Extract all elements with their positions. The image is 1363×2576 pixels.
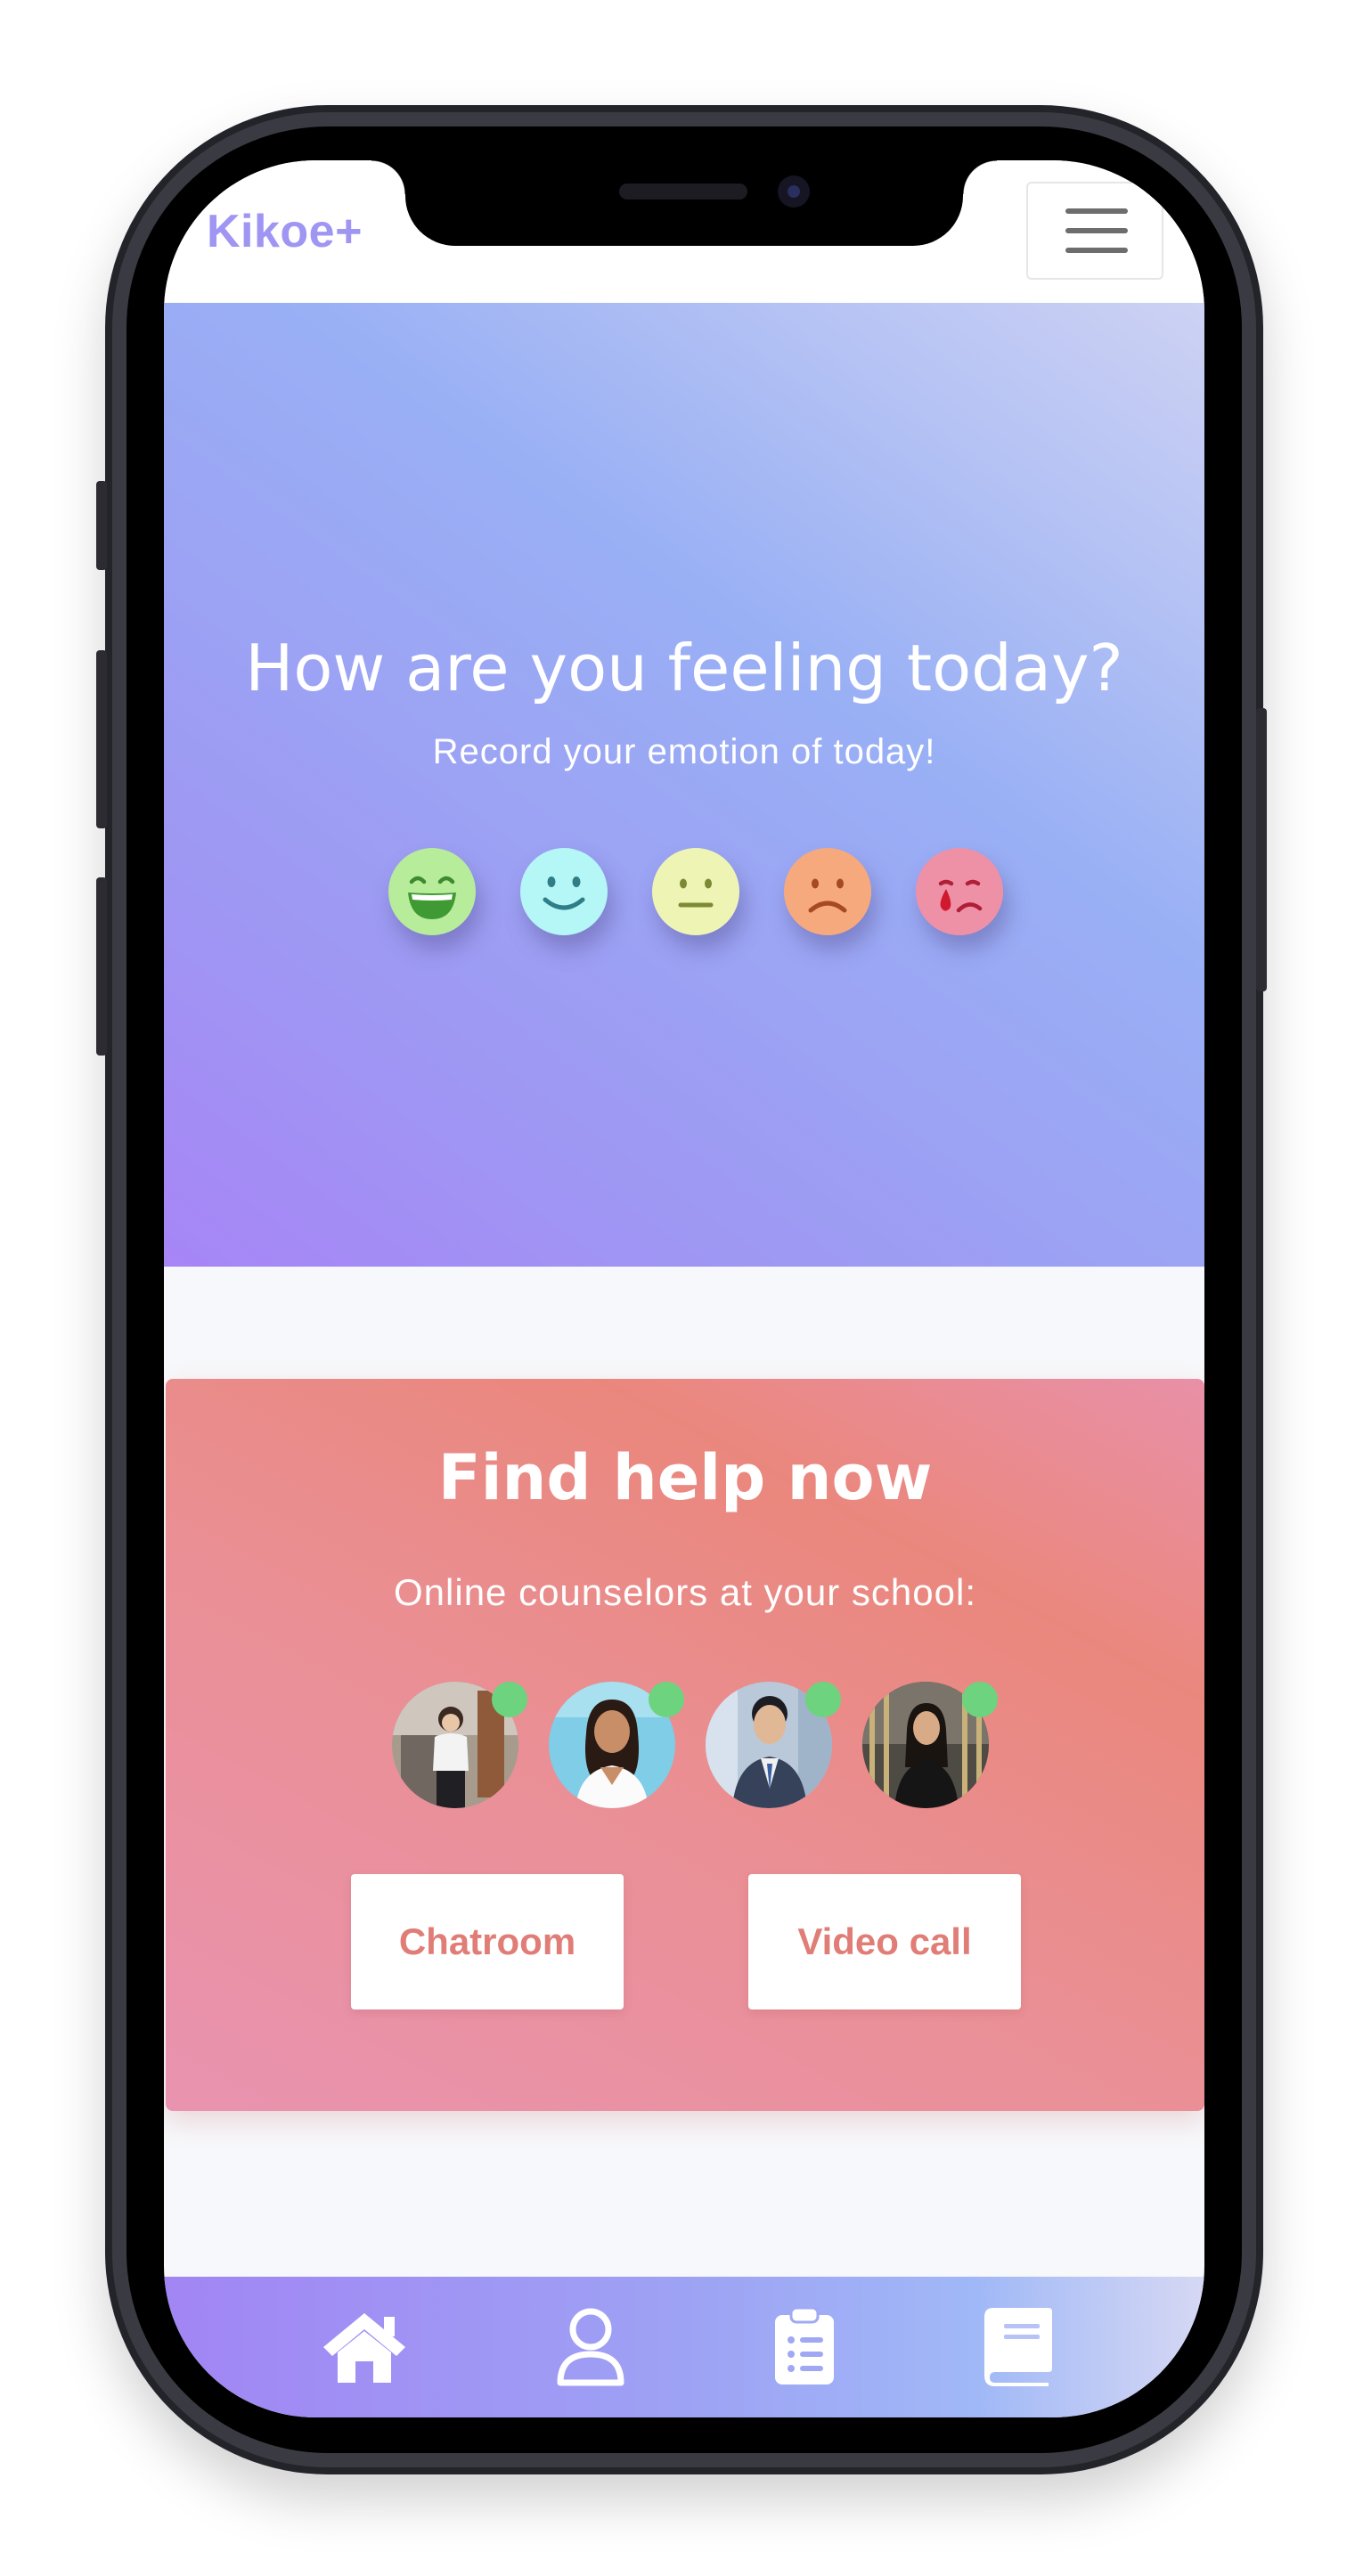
neutral-face-icon — [652, 848, 739, 935]
tab-profile[interactable] — [542, 2303, 640, 2389]
frowning-face-icon — [784, 848, 871, 935]
mood-question-title: How are you feeling today? — [245, 631, 1123, 705]
brand-logo[interactable]: Kikoe+ — [207, 205, 363, 258]
tab-resources[interactable] — [969, 2303, 1067, 2389]
phone-volume-down-button — [96, 877, 107, 1056]
smiling-face-icon — [520, 848, 608, 935]
mood-good-button[interactable] — [520, 848, 608, 935]
book-icon — [984, 2308, 1052, 2386]
tab-home[interactable] — [315, 2303, 413, 2389]
earpiece-speaker — [619, 183, 747, 200]
mood-picker — [388, 848, 1003, 937]
menu-toggle-button[interactable] — [1026, 182, 1163, 280]
find-help-title: Find help now — [437, 1441, 933, 1514]
mood-bad-button[interactable] — [784, 848, 871, 935]
user-icon — [557, 2308, 624, 2386]
find-help-card: Find help now Online counselors at your … — [166, 1379, 1204, 2111]
chatroom-button[interactable]: Chatroom — [351, 1874, 624, 2009]
phone-notch — [371, 160, 997, 246]
counselor-avatar-list — [392, 1682, 998, 1815]
tab-assessments[interactable] — [755, 2303, 853, 2389]
mood-okay-button[interactable] — [652, 848, 739, 935]
clipboard-list-icon — [775, 2306, 834, 2384]
phone-volume-up-button — [96, 650, 107, 828]
mood-hero-section: How are you feeling today? Record your e… — [164, 303, 1204, 1267]
front-camera — [778, 175, 810, 208]
home-icon — [323, 2313, 405, 2383]
online-status-dot — [962, 1682, 998, 1717]
online-status-dot — [492, 1682, 527, 1717]
online-status-dot — [805, 1682, 841, 1717]
mood-awful-button[interactable] — [916, 848, 1003, 935]
crying-face-icon — [916, 848, 1003, 935]
app-screen: Kikoe+ How are you feeling today? Record… — [164, 160, 1204, 2417]
phone-power-button — [1256, 708, 1267, 991]
mood-subtitle: Record your emotion of today! — [432, 732, 936, 771]
counselors-subtitle: Online counselors at your school: — [394, 1571, 976, 1613]
bottom-tab-bar — [164, 2277, 1204, 2417]
online-status-dot — [649, 1682, 684, 1717]
phone-mute-switch — [96, 481, 107, 570]
mood-great-button[interactable] — [388, 848, 476, 935]
video-call-button[interactable]: Video call — [748, 1874, 1021, 2009]
grinning-face-icon — [388, 848, 476, 935]
